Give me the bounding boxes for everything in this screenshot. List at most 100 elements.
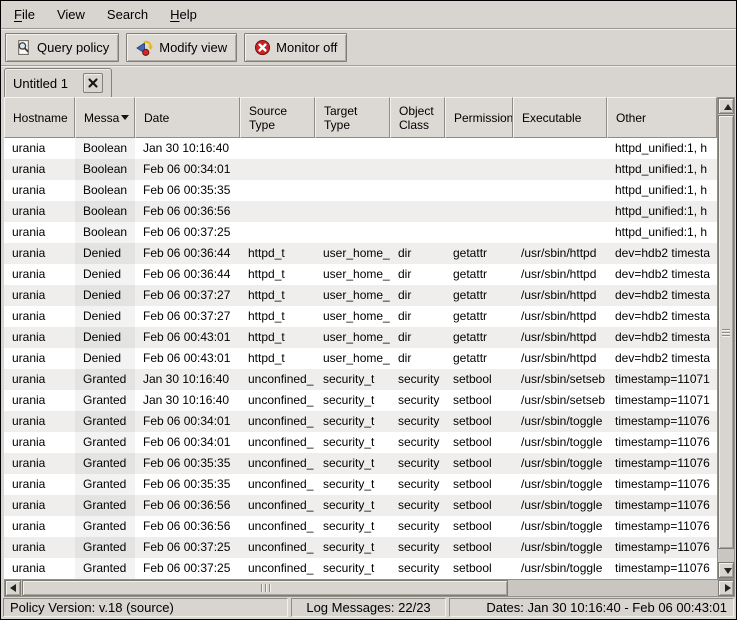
scroll-left-button[interactable] [5,580,21,596]
table-cell: Feb 06 00:43:01 [135,327,240,348]
table-row[interactable]: uraniaBooleanJan 30 10:16:40httpd_unifie… [4,138,717,159]
table-cell [445,180,513,201]
monitor-off-button[interactable]: Monitor off [244,33,347,62]
column-header-source-type[interactable]: Source Type [240,97,315,138]
query-policy-button[interactable]: Query policy [5,33,119,62]
horizontal-scrollbar[interactable] [4,579,735,597]
table-cell [315,201,390,222]
tab-close-button[interactable] [83,73,103,93]
table-cell: httpd_unified:1, h [607,138,707,159]
table-cell: timestamp=11076 [607,411,710,432]
table-row[interactable]: uraniaGrantedFeb 06 00:36:56unconfined_s… [4,495,717,516]
table-cell: Feb 06 00:36:44 [135,264,240,285]
table-cell: Granted [75,516,135,537]
scroll-down-button[interactable] [718,562,734,578]
menu-help[interactable]: Help [159,2,208,27]
table-cell: httpd_t [240,243,315,264]
table-cell: getattr [445,327,513,348]
column-header-hostname[interactable]: Hostname [4,97,75,138]
table-cell: user_home_ [315,285,390,306]
table-cell: user_home_ [315,327,390,348]
table-cell: security_t [315,537,390,558]
status-log-messages: Log Messages: 22/23 [291,598,445,617]
table-row[interactable]: uraniaGrantedJan 30 10:16:40unconfined_s… [4,369,717,390]
table-cell: setbool [445,390,513,411]
table-row[interactable]: uraniaGrantedFeb 06 00:35:35unconfined_s… [4,474,717,495]
table-cell: urania [4,495,75,516]
table-cell: unconfined_ [240,432,315,453]
column-header-other[interactable]: Other [607,97,717,138]
table-row[interactable]: uraniaGrantedFeb 06 00:37:25unconfined_s… [4,558,717,579]
table-row[interactable]: uraniaBooleanFeb 06 00:36:56httpd_unifie… [4,201,717,222]
table-cell [390,222,445,243]
table-cell: urania [4,537,75,558]
modify-view-button[interactable]: Modify view [126,33,237,62]
table-cell: urania [4,306,75,327]
table-cell: timestamp=11076 [607,537,710,558]
table-row[interactable]: uraniaDeniedFeb 06 00:43:01httpd_tuser_h… [4,327,717,348]
table-cell: /usr/sbin/httpd [513,285,607,306]
table-cell [513,138,607,159]
table-cell: Granted [75,411,135,432]
table-row[interactable]: uraniaBooleanFeb 06 00:37:25httpd_unifie… [4,222,717,243]
table-cell: Granted [75,432,135,453]
table-cell: urania [4,159,75,180]
table-cell: unconfined_ [240,411,315,432]
scroll-up-button[interactable] [718,98,734,114]
table-cell: Boolean [75,201,135,222]
horizontal-scrollbar-thumb[interactable] [22,580,508,596]
table-cell: httpd_unified:1, h [607,159,707,180]
column-header-permission[interactable]: Permission [445,97,513,138]
table-cell: Feb 06 00:34:01 [135,432,240,453]
column-header-object-class[interactable]: Object Class [390,97,445,138]
table-cell: /usr/sbin/setseb [513,390,607,411]
table-row[interactable]: uraniaGrantedFeb 06 00:36:56unconfined_s… [4,516,717,537]
column-header-message[interactable]: Messa [75,97,135,138]
table-cell: /usr/sbin/httpd [513,243,607,264]
table-cell: Feb 06 00:35:35 [135,180,240,201]
table-cell: timestamp=11076 [607,432,710,453]
table-cell: urania [4,516,75,537]
table-row[interactable]: uraniaBooleanFeb 06 00:35:35httpd_unifie… [4,180,717,201]
table-row[interactable]: uraniaGrantedFeb 06 00:37:25unconfined_s… [4,537,717,558]
table-row[interactable]: uraniaGrantedFeb 06 00:35:35unconfined_s… [4,453,717,474]
table-cell: urania [4,411,75,432]
table-cell: Feb 06 00:37:25 [135,222,240,243]
table-cell [315,222,390,243]
vertical-scrollbar-thumb[interactable] [718,115,734,549]
table-cell: Boolean [75,180,135,201]
menu-file[interactable]: File [3,2,46,27]
seaudit-window: File View Search Help Query policy Modif… [0,0,737,620]
log-table: Hostname Messa Date Source Type Target T… [4,97,735,579]
table-cell: security_t [315,411,390,432]
column-header-target-type[interactable]: Target Type [315,97,390,138]
table-row[interactable]: uraniaDeniedFeb 06 00:37:27httpd_tuser_h… [4,285,717,306]
table-cell: /usr/sbin/setseb [513,369,607,390]
table-cell: Feb 06 00:37:27 [135,306,240,327]
column-header-date[interactable]: Date [135,97,240,138]
table-row[interactable]: uraniaGrantedJan 30 10:16:40unconfined_s… [4,390,717,411]
column-header-executable[interactable]: Executable [513,97,607,138]
tab-untitled-1[interactable]: Untitled 1 [4,68,112,97]
table-cell: Granted [75,558,135,579]
menu-view[interactable]: View [46,2,96,27]
table-row[interactable]: uraniaDeniedFeb 06 00:37:27httpd_tuser_h… [4,306,717,327]
table-cell: Jan 30 10:16:40 [135,369,240,390]
scroll-right-button[interactable] [718,580,734,596]
vertical-scrollbar[interactable] [717,97,735,579]
table-cell: Denied [75,285,135,306]
menu-search[interactable]: Search [96,2,159,27]
table-cell: security_t [315,453,390,474]
table-row[interactable]: uraniaGrantedFeb 06 00:34:01unconfined_s… [4,411,717,432]
table-cell: /usr/sbin/toggle [513,474,607,495]
table-cell: dir [390,243,445,264]
table-cell [513,159,607,180]
table-row[interactable]: uraniaDeniedFeb 06 00:36:44httpd_tuser_h… [4,264,717,285]
table-row[interactable]: uraniaGrantedFeb 06 00:34:01unconfined_s… [4,432,717,453]
table-cell: Feb 06 00:36:44 [135,243,240,264]
table-cell: Granted [75,537,135,558]
table-row[interactable]: uraniaDeniedFeb 06 00:43:01httpd_tuser_h… [4,348,717,369]
table-row[interactable]: uraniaBooleanFeb 06 00:34:01httpd_unifie… [4,159,717,180]
table-cell: timestamp=11076 [607,495,710,516]
table-row[interactable]: uraniaDeniedFeb 06 00:36:44httpd_tuser_h… [4,243,717,264]
